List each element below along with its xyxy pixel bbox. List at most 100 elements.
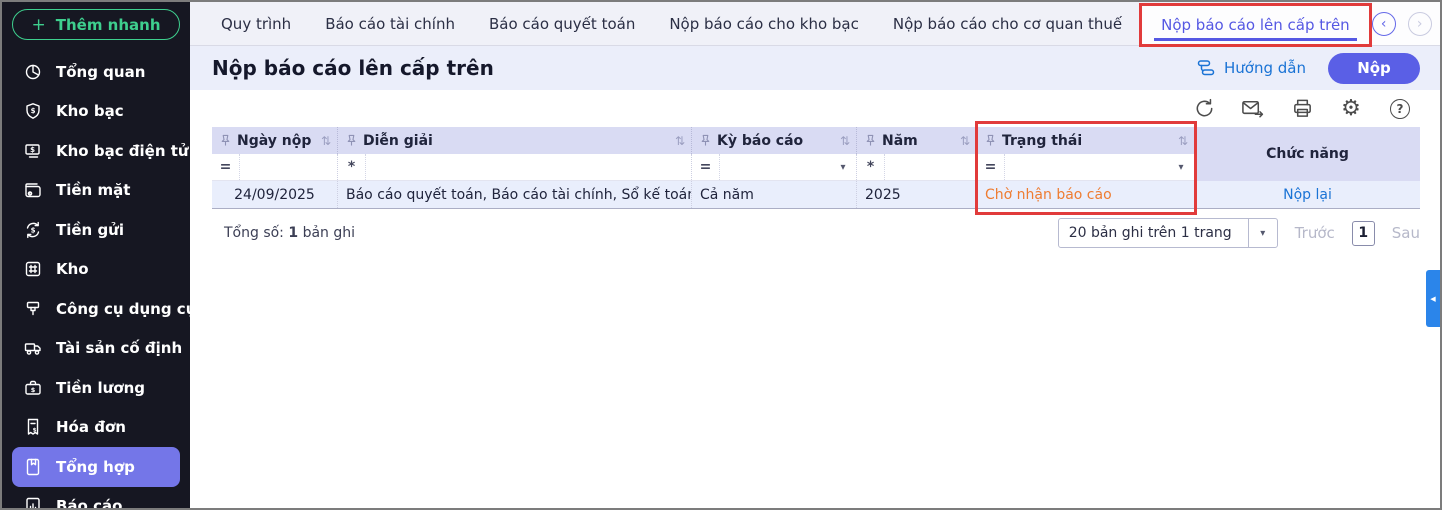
sidebar-item-tien-gui[interactable]: $ Tiền gửi [12,210,180,250]
refresh-icon[interactable] [1192,97,1216,121]
sort-icon[interactable]: ⇅ [321,134,331,148]
table-row[interactable]: 24/09/2025 Báo cáo quyết toán, Báo cáo t… [212,181,1195,209]
column-label: Diễn giải [363,133,669,149]
column-header-chuc-nang: Chức năng [1195,127,1420,181]
submit-button[interactable]: Nộp [1328,53,1420,84]
current-page-box[interactable]: 1 [1352,221,1375,246]
pin-icon[interactable] [220,134,231,147]
sidebar-item-kho[interactable]: Kho [12,250,180,290]
table-footer: Tổng số: 1 bản ghi 20 bản ghi trên 1 tra… [212,218,1420,248]
help-icon[interactable]: ? [1388,97,1412,121]
column-header-dien-giai[interactable]: Diễn giải ⇅ [338,127,692,154]
guide-link[interactable]: Hướng dẫn [1196,58,1306,78]
sidebar-item-kho-bac-dien-tu[interactable]: $ Kho bạc điện tử [12,131,180,171]
treasury-shield-icon: $ [22,101,43,122]
svg-text:$: $ [30,107,35,115]
sidebar-item-label: Kho [56,260,89,278]
column-header-trang-thai[interactable]: Trạng thái ⇅ [977,127,1195,154]
paint-roller-icon [22,298,43,319]
svg-text:$: $ [30,146,35,154]
sort-icon[interactable]: ⇅ [1178,134,1188,148]
tab-scroll-left-button[interactable]: ‹ [1372,12,1396,36]
pin-icon[interactable] [985,134,996,147]
column-header-nam[interactable]: Năm ⇅ [857,127,977,154]
sidebar-item-tien-mat[interactable]: $ Tiền mặt [12,171,180,211]
filter-input-dien-giai[interactable] [366,154,691,180]
sort-icon[interactable]: ⇅ [675,134,685,148]
sidebar-item-label: Kho bạc điện tử [56,142,189,160]
filter-input-ky-bao-cao[interactable] [720,154,830,180]
guide-label: Hướng dẫn [1224,59,1306,77]
sidebar-item-label: Công cụ dụng cụ [56,300,190,318]
tab-scroll-controls: ‹ › ⋯ [1372,2,1442,45]
sidebar-item-cong-cu-dung-cu[interactable]: Công cụ dụng cụ [12,289,180,329]
send-mail-icon[interactable] [1241,97,1265,121]
filter-operator[interactable]: = [692,154,720,180]
sort-icon[interactable]: ⇅ [960,134,970,148]
svg-text:$: $ [30,226,35,234]
invoice-receipt-icon: $ [22,417,43,438]
sidebar-item-tien-luong[interactable]: $ Tiền lương [12,368,180,408]
column-label: Kỳ báo cáo [717,133,834,149]
filter-operator[interactable]: * [338,154,366,180]
page-title: Nộp báo cáo lên cấp trên [212,56,494,80]
tab-bar: Quy trình Báo cáo tài chính Báo cáo quyế… [190,2,1440,46]
sidebar-nav: Tổng quan $ Kho bạc $ Kho bạc điện tử $ … [2,46,190,508]
pin-icon[interactable] [346,134,357,147]
active-tab-label: Nộp báo cáo lên cấp trên [1161,16,1350,34]
sort-icon[interactable]: ⇅ [840,134,850,148]
sidebar-item-hoa-don[interactable]: $ Hóa đơn [12,408,180,448]
column-label: Trạng thái [1002,133,1172,149]
flyout-collapse-handle[interactable]: ◀ [1426,270,1440,327]
tab-scroll-right-button[interactable]: › [1408,12,1432,36]
total-records-text: Tổng số: 1 bản ghi [212,225,355,241]
triangle-left-icon: ◀ [1430,295,1435,303]
deposit-cycle-icon: $ [22,219,43,240]
column-header-ky-bao-cao[interactable]: Kỳ báo cáo ⇅ [692,127,857,154]
print-icon[interactable] [1290,97,1314,121]
sidebar-item-label: Tiền lương [56,379,145,397]
tab-nop-bao-cao-len-cap-tren-active-annotated[interactable]: Nộp báo cáo lên cấp trên [1139,3,1372,47]
filter-operator[interactable]: = [212,154,240,180]
prev-page-button[interactable]: Trước [1295,224,1335,242]
tab-nop-bao-cao-co-quan-thue[interactable]: Nộp báo cáo cho cơ quan thuế [876,2,1139,45]
tab-nop-bao-cao-kho-bac[interactable]: Nộp báo cáo cho kho bạc [652,2,876,45]
sidebar-item-tong-quan[interactable]: Tổng quan [12,52,180,92]
filter-input-ngay-nop[interactable] [240,154,337,180]
guide-signpost-icon [1196,58,1216,78]
report-chart-icon [22,496,43,508]
chevron-down-icon[interactable]: ▾ [1168,154,1194,180]
sidebar-item-tai-san-co-dinh[interactable]: Tài sản cố định [12,329,180,369]
next-page-button[interactable]: Sau [1392,224,1420,242]
tab-bao-cao-quyet-toan[interactable]: Báo cáo quyết toán [472,2,652,45]
quick-add-button[interactable]: + Thêm nhanh [12,9,180,40]
resubmit-link[interactable]: Nộp lại [1283,187,1332,203]
svg-text:$: $ [30,386,35,394]
page-size-value: 20 bản ghi trên 1 trang [1059,219,1248,247]
sidebar-item-label: Báo cáo [56,497,122,508]
cell-ky-bao-cao: Cả năm [692,181,857,208]
sidebar-item-label: Tiền gửi [56,221,124,239]
sidebar-item-label: Tiền mặt [56,181,130,199]
sidebar-item-bao-cao[interactable]: Báo cáo [12,487,180,509]
chevron-down-icon[interactable]: ▾ [830,154,856,180]
report-table: Ngày nộp ⇅ Diễn giải ⇅ [212,127,1420,209]
tab-bao-cao-tai-chinh[interactable]: Báo cáo tài chính [308,2,472,45]
sidebar-item-label: Tổng hợp [56,458,135,476]
title-actions: Hướng dẫn Nộp [1196,53,1420,84]
column-header-ngay-nop[interactable]: Ngày nộp ⇅ [212,127,338,154]
quick-add-label: Thêm nhanh [56,16,161,34]
status-badge: Chờ nhận báo cáo [985,187,1112,203]
pin-icon[interactable] [865,134,876,147]
page-size-select[interactable]: 20 bản ghi trên 1 trang ▾ [1058,218,1278,248]
filter-operator[interactable]: = [977,154,1005,180]
filter-input-trang-thai[interactable] [1005,154,1168,180]
app-window: + Thêm nhanh Tổng quan $ Kho bạc $ Kh [0,0,1442,510]
tab-quy-trinh[interactable]: Quy trình [204,2,308,45]
sidebar-item-tong-hop[interactable]: Tổng hợp [12,447,180,487]
sidebar-item-kho-bac[interactable]: $ Kho bạc [12,92,180,132]
pin-icon[interactable] [700,134,711,147]
settings-gear-icon[interactable]: ⚙ [1339,97,1363,121]
filter-operator[interactable]: * [857,154,885,180]
filter-input-nam[interactable] [885,154,976,180]
